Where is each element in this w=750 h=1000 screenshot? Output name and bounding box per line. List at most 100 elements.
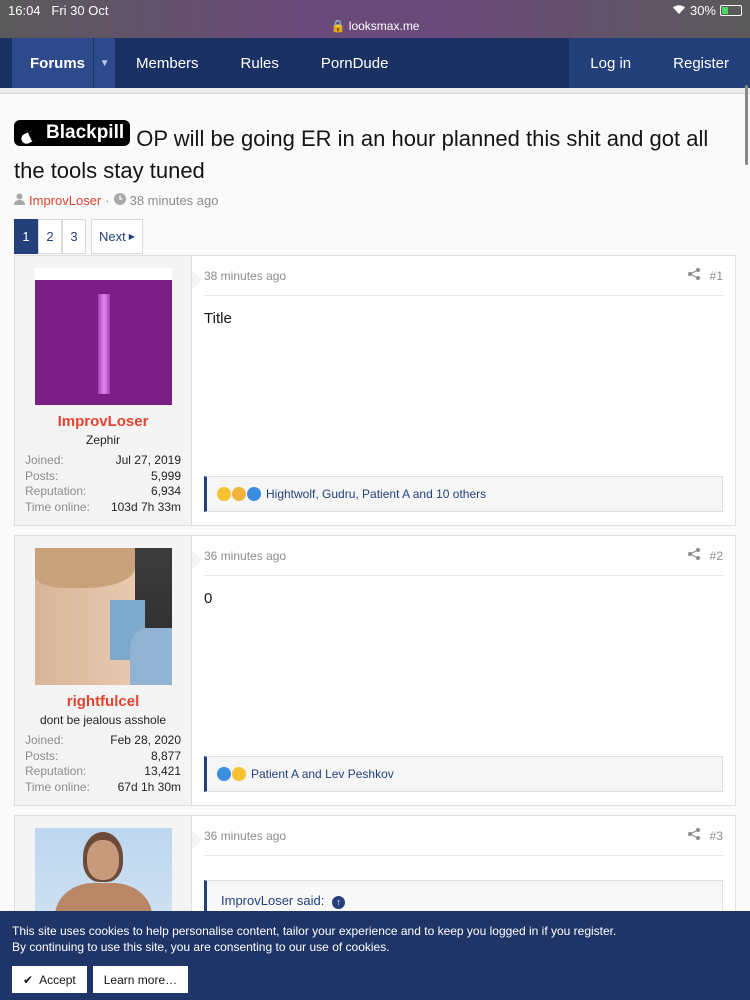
- post-header: 36 minutes ago #3: [204, 816, 723, 856]
- reputation-value: 6,934: [150, 484, 181, 498]
- avatar[interactable]: [34, 548, 172, 685]
- clock: 16:04: [8, 3, 41, 18]
- nav-forums-label: Forums: [30, 54, 86, 72]
- user-icon: [14, 193, 25, 208]
- reactions-bar[interactable]: Hightwolf, Gudru, Patient A and 10 other…: [204, 476, 723, 512]
- accept-label: Accept: [39, 972, 76, 987]
- share-icon[interactable]: [687, 828, 700, 843]
- like-reaction-icon: [247, 487, 261, 501]
- post-content: Title: [204, 310, 232, 327]
- battery-percent: 30%: [689, 3, 716, 18]
- joined-label: Joined:: [25, 453, 64, 467]
- thread-author-link[interactable]: ImprovLoser: [29, 193, 101, 208]
- status-bar: 16:04 Fri 30 Oct 🔒 looksmax.me 30%: [0, 0, 750, 38]
- sub-nav: [0, 88, 750, 94]
- time-online-value: 67d 1h 30m: [117, 779, 181, 794]
- account-links: Log in Register: [569, 38, 750, 88]
- status-time: 16:04 Fri 30 Oct: [8, 3, 108, 18]
- post-number[interactable]: #3: [710, 829, 723, 843]
- reputation-label: Reputation:: [25, 484, 87, 498]
- share-icon[interactable]: [687, 268, 700, 283]
- page-2-link[interactable]: 2: [38, 219, 62, 254]
- post-number[interactable]: #2: [710, 549, 723, 563]
- next-page-button[interactable]: Next ▶: [91, 219, 143, 254]
- post-header: 38 minutes ago #1: [204, 256, 723, 296]
- post-2: rightfulcel dont be jealous asshole Join…: [14, 535, 736, 806]
- prefix-label: Blackpill: [46, 122, 125, 143]
- cookie-text-2: By continuing to use this site, you are …: [12, 940, 390, 954]
- post-content: 0: [204, 590, 213, 607]
- joined-value: Jul 27, 2019: [115, 453, 181, 467]
- post-1: ImprovLoser Zephir Joined: Jul 27, 2019 P…: [14, 255, 736, 526]
- clock-icon: [113, 193, 126, 208]
- nav-forums[interactable]: Forums ▼: [12, 38, 116, 88]
- post-time[interactable]: 38 minutes ago: [204, 269, 286, 283]
- reputation-label: Reputation:: [25, 764, 87, 778]
- url-bar[interactable]: 🔒 looksmax.me: [0, 19, 750, 33]
- meta-separator: ·: [105, 193, 110, 208]
- chevron-right-icon: ▶: [128, 232, 135, 241]
- thread-title: Blackpill OP will be going ER in an hour…: [14, 120, 736, 187]
- register-link[interactable]: Register: [652, 38, 750, 88]
- url-text: looksmax.me: [348, 19, 420, 33]
- posts-label: Posts:: [25, 468, 59, 483]
- time-online-label: Time online:: [25, 779, 90, 794]
- scrollbar[interactable]: [745, 85, 748, 165]
- post-user-panel: rightfulcel dont be jealous asshole Join…: [15, 536, 202, 805]
- login-link[interactable]: Log in: [569, 38, 652, 88]
- page-1-link[interactable]: 1: [14, 219, 38, 254]
- post-body: 38 minutes ago #1 Title Hightwolf, Gudru…: [192, 256, 735, 525]
- post-username[interactable]: rightfulcel: [25, 693, 181, 710]
- arrow-up-circle-icon[interactable]: ↑: [331, 896, 345, 909]
- post-username[interactable]: ImprovLoser: [25, 413, 181, 430]
- avatar[interactable]: [34, 268, 172, 405]
- accept-cookies-button[interactable]: ✔ Accept: [12, 966, 87, 993]
- pill-icon: [20, 126, 41, 144]
- page-3-link[interactable]: 3: [62, 219, 86, 254]
- main-nav: Forums ▼ Members Rules PornDude Log in R…: [0, 38, 750, 88]
- cookie-banner: This site uses cookies to help personali…: [0, 911, 750, 1000]
- posts-value: 5,999: [150, 468, 181, 483]
- reactions-users[interactable]: Hightwolf, Gudru, Patient A and 10 other…: [266, 487, 486, 501]
- reputation-value: 13,421: [144, 764, 181, 778]
- love-eyes-reaction-icon: [217, 487, 231, 501]
- time-online-value: 103d 7h 33m: [110, 499, 181, 514]
- nav-rules[interactable]: Rules: [220, 38, 300, 88]
- thread-meta: ImprovLoser · 38 minutes ago: [14, 193, 736, 208]
- next-label: Next: [99, 229, 126, 244]
- post-number[interactable]: #1: [710, 269, 723, 283]
- battery-icon: [720, 5, 742, 16]
- laugh-reaction-icon: [232, 487, 246, 501]
- love-eyes-reaction-icon: [232, 767, 246, 781]
- time-online-label: Time online:: [25, 499, 90, 514]
- post-time[interactable]: 36 minutes ago: [204, 549, 286, 563]
- reactions-users[interactable]: Patient A and Lev Peshkov: [251, 767, 394, 781]
- chevron-down-icon[interactable]: ▼: [93, 38, 115, 88]
- pagination: 1 2 3 Next ▶: [14, 219, 736, 254]
- share-icon[interactable]: [687, 548, 700, 563]
- date: Fri 30 Oct: [51, 3, 109, 18]
- post-time[interactable]: 36 minutes ago: [204, 829, 286, 843]
- user-stats: Joined: Jul 27, 2019 Posts: 5,999 Reputati…: [25, 453, 181, 515]
- learn-more-button[interactable]: Learn more…: [92, 966, 189, 993]
- post-body: 36 minutes ago #2 0 Patient A and Lev Pe…: [192, 536, 735, 805]
- wifi-icon: [672, 3, 686, 18]
- user-title: dont be jealous asshole: [39, 713, 167, 727]
- reactions-bar[interactable]: Patient A and Lev Peshkov: [204, 756, 723, 792]
- post-user-panel: ImprovLoser Zephir Joined: Jul 27, 2019 P…: [15, 256, 202, 525]
- joined-label: Joined:: [25, 733, 64, 747]
- like-reaction-icon: [217, 767, 231, 781]
- quote-attribution[interactable]: ImprovLoser said:: [221, 893, 324, 908]
- thread-age: 38 minutes ago: [129, 193, 219, 208]
- post-header: 36 minutes ago #2: [204, 536, 723, 576]
- thread-prefix-badge[interactable]: Blackpill: [14, 120, 131, 146]
- cookie-buttons: ✔ Accept Learn more…: [12, 966, 738, 993]
- nav-members[interactable]: Members: [115, 38, 220, 88]
- user-stats: Joined: Feb 28, 2020 Posts: 8,877 Reputati…: [25, 733, 181, 795]
- joined-value: Feb 28, 2020: [110, 733, 181, 747]
- nav-porndude[interactable]: PornDude: [300, 38, 410, 88]
- posts-label: Posts:: [25, 748, 59, 763]
- user-title: Zephir: [85, 433, 120, 447]
- cookie-text-1: This site uses cookies to help personali…: [12, 924, 617, 938]
- check-icon: ✔: [23, 972, 34, 987]
